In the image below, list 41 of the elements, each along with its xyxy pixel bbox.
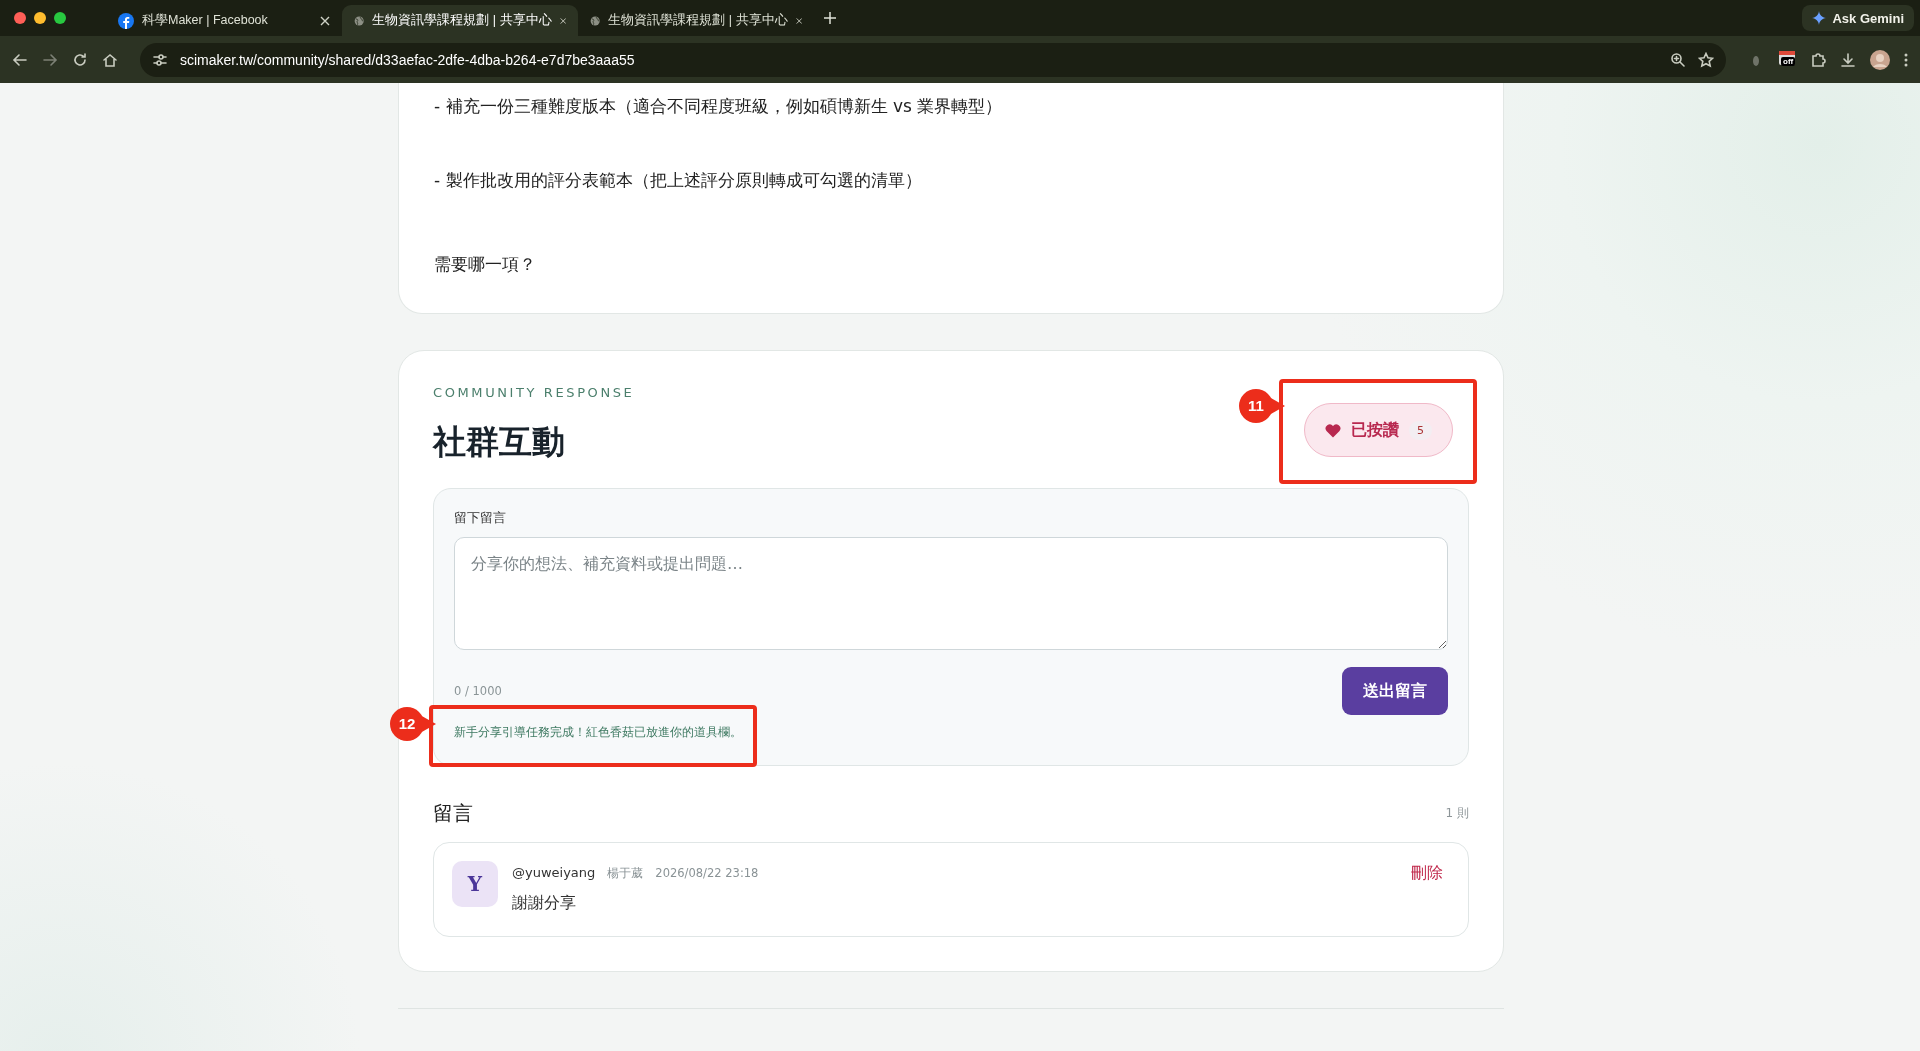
window-control-icon[interactable]: [34, 12, 46, 24]
browser-tab[interactable]: 生物資訊學課程規劃 | 共享中心: [342, 5, 578, 36]
close-icon[interactable]: [559, 15, 566, 26]
section-eyebrow: COMMUNITY RESPONSE: [433, 385, 635, 400]
comment-username: @yuweiyang: [512, 865, 596, 880]
address-bar[interactable]: scimaker.tw/community/shared/d33aefac-2dfe-4dba-b264-e7d7be3aaa55: [140, 42, 1726, 77]
facebook-icon: [118, 12, 134, 29]
home-icon[interactable]: [102, 51, 118, 68]
browser-tab[interactable]: 生物資訊學課程規劃 | 共享中心: [578, 5, 814, 36]
close-icon[interactable]: [320, 15, 330, 26]
download-icon[interactable]: [1840, 51, 1856, 68]
comment-timestamp: 2026/08/22 23:18: [655, 866, 759, 880]
field-label: 留下留言: [454, 509, 507, 527]
more-menu-icon[interactable]: [1904, 51, 1908, 68]
close-icon[interactable]: [795, 15, 802, 26]
new-tab-icon[interactable]: [824, 12, 836, 24]
sparkle-icon: [1812, 11, 1827, 25]
comments-heading: 留言: [433, 800, 473, 827]
delete-button[interactable]: 刪除: [1411, 863, 1443, 884]
zoom-icon[interactable]: [1670, 51, 1686, 68]
window-control-icon[interactable]: [54, 12, 66, 24]
post-paragraph: 需要哪一項？: [434, 253, 537, 276]
character-counter: 0 / 1000: [454, 684, 502, 698]
post-paragraph: - 製作批改用的評分表範本（把上述評分原則轉成可勾選的清單）: [434, 169, 923, 192]
comment-text: 謝謝分享: [512, 893, 577, 914]
profile-avatar-icon[interactable]: [1870, 49, 1890, 70]
success-message: 新手分享引導任務完成！紅色香菇已放進你的道具欄。: [454, 724, 742, 741]
section-title: 社群互動: [433, 421, 566, 463]
comment-author-name: 楊于葳: [607, 866, 644, 881]
window-control-icon[interactable]: [14, 12, 26, 24]
off-badge: off: [1781, 56, 1796, 66]
puzzle-icon[interactable]: [1810, 51, 1826, 68]
comment-count: 1 則: [1445, 805, 1469, 822]
site-settings-icon[interactable]: [152, 51, 168, 68]
star-icon[interactable]: [1698, 51, 1714, 68]
forward-icon[interactable]: [42, 51, 58, 68]
ask-gemini-button[interactable]: Ask Gemini: [1802, 5, 1914, 31]
browser-tab[interactable]: 科學Maker | Facebook: [106, 5, 342, 36]
back-icon[interactable]: [12, 51, 28, 68]
post-paragraph: - 補充一份三種難度版本（適合不同程度班級，例如碩博新生 vs 業界轉型）: [434, 95, 1004, 118]
reload-icon[interactable]: [72, 51, 88, 68]
